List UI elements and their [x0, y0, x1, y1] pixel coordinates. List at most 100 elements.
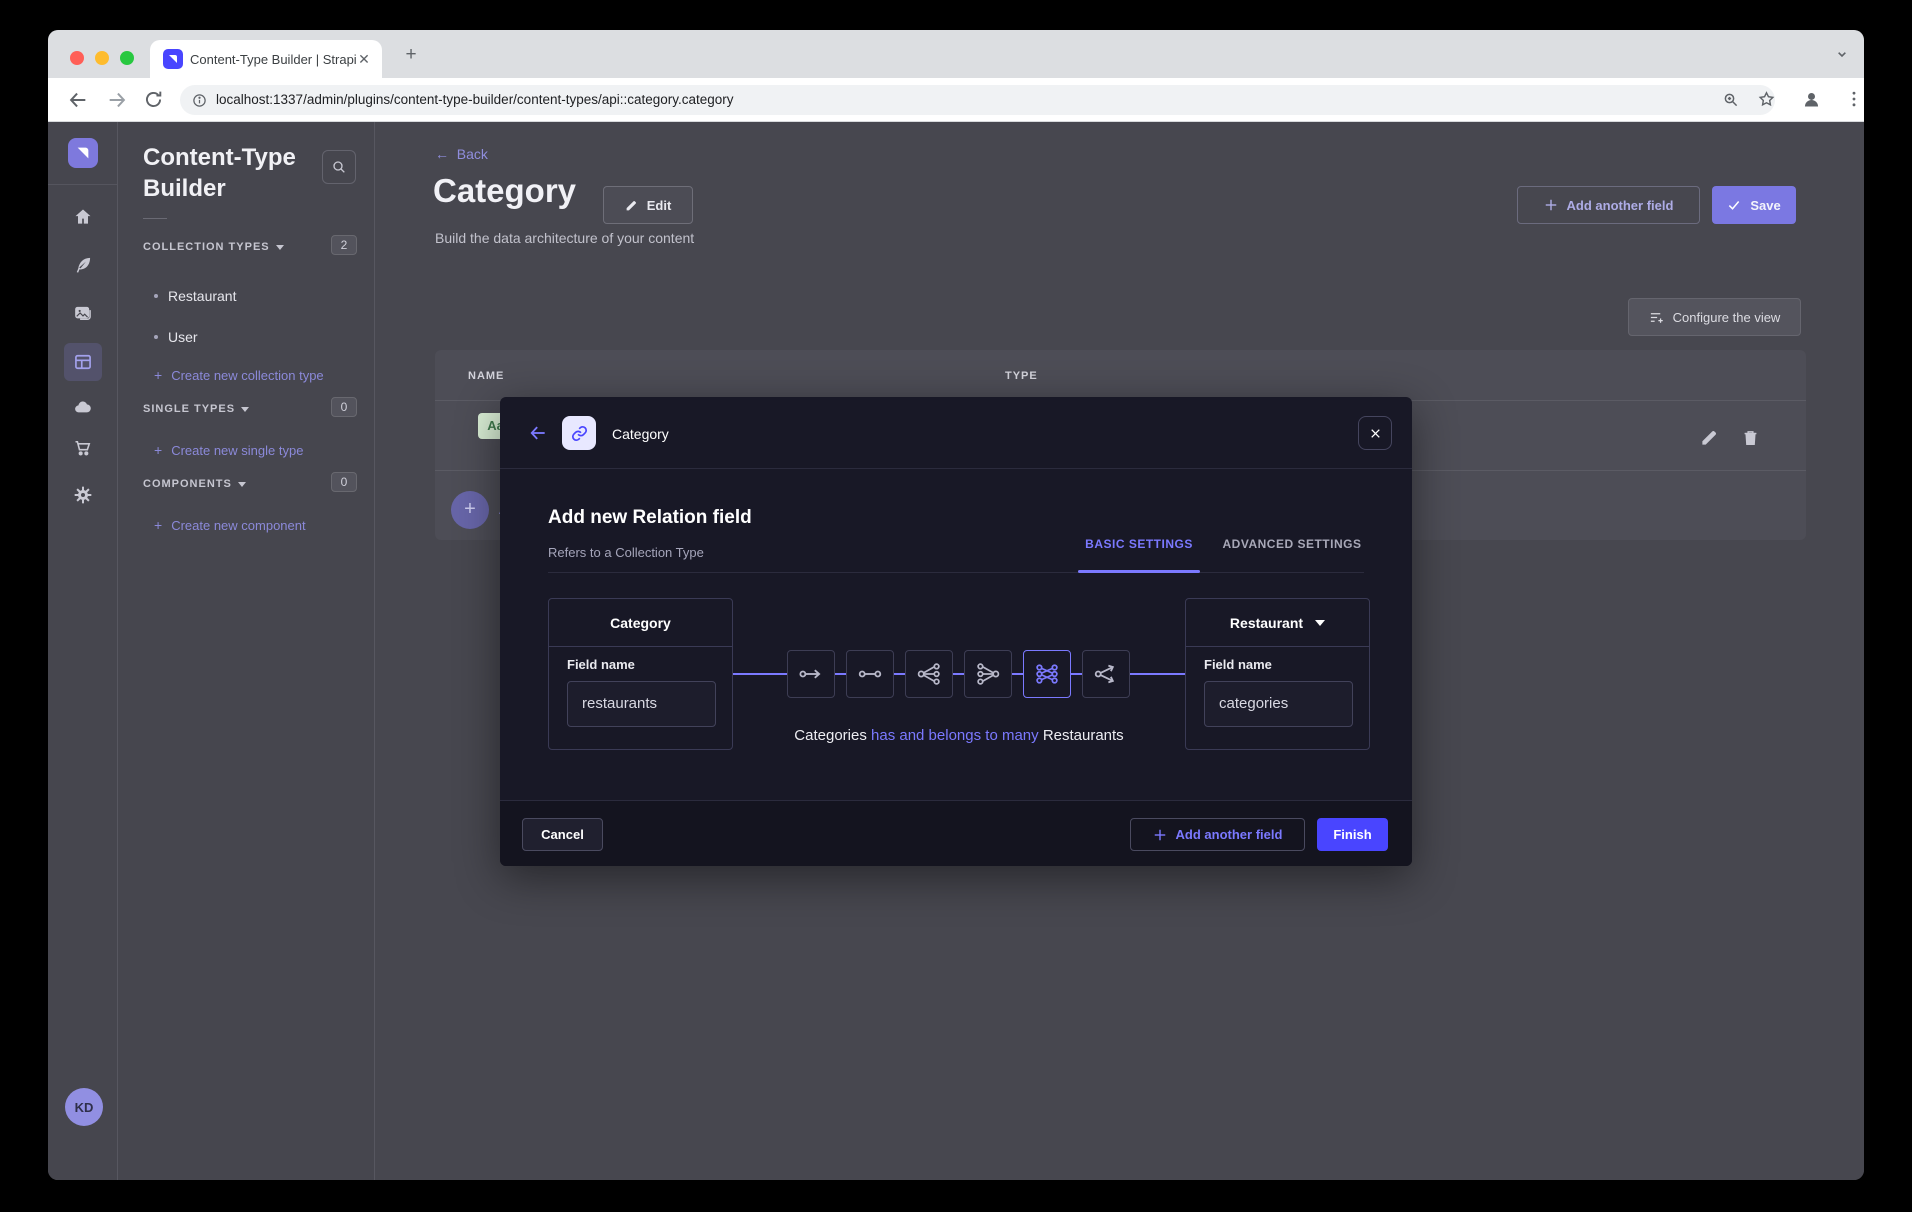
sidebar-title: Content-Type Builder: [143, 142, 333, 204]
check-icon: [1727, 198, 1741, 212]
browser-tab[interactable]: Content-Type Builder | Strapi ✕: [150, 40, 382, 78]
target-collection-select[interactable]: Restaurant: [1186, 599, 1369, 647]
modal-breadcrumb: Category: [612, 426, 669, 442]
add-field-row-plus-icon[interactable]: +: [451, 491, 489, 529]
profile-avatar-icon[interactable]: [1801, 89, 1823, 111]
column-header-type: TYPE: [1005, 370, 1038, 382]
configure-icon: [1649, 310, 1664, 325]
field-name-label: Field name: [1204, 657, 1272, 672]
relation-one-to-one[interactable]: [846, 650, 894, 698]
close-window-button[interactable]: [70, 51, 84, 65]
back-link[interactable]: ← Back: [435, 146, 488, 162]
edit-field-icon[interactable]: [1700, 428, 1719, 447]
target-field-name-input[interactable]: categories: [1204, 681, 1353, 727]
cancel-button[interactable]: Cancel: [522, 818, 603, 851]
delete-field-icon[interactable]: [1741, 428, 1760, 447]
url-text[interactable]: localhost:1337/admin/plugins/content-typ…: [216, 92, 734, 107]
cloud-icon[interactable]: [73, 397, 93, 417]
relation-link-icon: [562, 416, 596, 450]
search-button[interactable]: [322, 150, 356, 184]
main-nav-sidebar: KD: [48, 122, 118, 1180]
screenshot: Content-Type Builder | Strapi ✕ + localh…: [0, 0, 1912, 1212]
plus-icon: +: [154, 367, 162, 383]
tab-search-chevron-icon[interactable]: [1834, 46, 1850, 62]
modal-footer: Cancel Add another field Finish: [500, 800, 1412, 866]
tab-advanced-settings[interactable]: ADVANCED SETTINGS: [1212, 537, 1372, 551]
edit-button[interactable]: Edit: [603, 186, 693, 224]
add-another-field-button[interactable]: Add another field: [1517, 186, 1700, 224]
source-field-name-input[interactable]: restaurants: [567, 681, 716, 727]
plus-icon: [1544, 198, 1558, 212]
strapi-logo-icon[interactable]: [68, 138, 98, 168]
settings-gear-icon[interactable]: [73, 485, 93, 505]
section-components[interactable]: COMPONENTS: [143, 478, 246, 490]
source-card: Category Field name restaurants: [548, 598, 733, 750]
bullet-icon: [154, 294, 158, 298]
plus-icon: +: [154, 517, 162, 533]
tabs-divider: [548, 572, 1364, 573]
content-type-builder-sidebar: Content-Type Builder COLLECTION TYPES 2 …: [118, 122, 375, 1180]
add-relation-field-modal: Category Add new Relation field Refers t…: [500, 397, 1412, 866]
bookmark-star-icon[interactable]: [1757, 90, 1779, 112]
tab-basic-settings[interactable]: BASIC SETTINGS: [1078, 537, 1200, 551]
source-card-title: Category: [549, 599, 732, 647]
browser-forward-icon[interactable]: [106, 89, 128, 111]
modal-header: Category: [500, 397, 1412, 469]
field-name-label: Field name: [567, 657, 635, 672]
media-library-icon[interactable]: [73, 303, 93, 323]
page-title: Category: [433, 172, 576, 210]
save-button[interactable]: Save: [1712, 186, 1796, 224]
modal-title: Add new Relation field: [548, 507, 752, 529]
browser-reload-icon[interactable]: [143, 89, 165, 111]
new-tab-button[interactable]: +: [400, 44, 422, 66]
chevron-down-icon: [276, 245, 284, 250]
sidebar-divider: [143, 218, 167, 219]
single-types-count-badge: 0: [331, 397, 357, 417]
column-header-name: NAME: [468, 370, 504, 382]
active-tab-underline: [1078, 570, 1200, 573]
user-avatar[interactable]: KD: [65, 1088, 103, 1126]
plus-icon: [1153, 828, 1167, 842]
modal-subtitle: Refers to a Collection Type: [548, 545, 704, 560]
finish-button[interactable]: Finish: [1317, 818, 1388, 851]
pencil-icon: [625, 199, 638, 212]
relation-sentence: Categories has and belongs to many Resta…: [733, 727, 1185, 744]
browser-menu-icon[interactable]: [1844, 89, 1864, 111]
content-manager-feather-icon[interactable]: [73, 255, 93, 275]
browser-back-icon[interactable]: [67, 89, 89, 111]
tab-close-icon[interactable]: ✕: [356, 51, 372, 67]
maximize-window-button[interactable]: [120, 51, 134, 65]
create-single-type-link[interactable]: +Create new single type: [154, 442, 303, 458]
collection-types-count-badge: 2: [331, 235, 357, 255]
relation-many-to-many[interactable]: [1023, 650, 1071, 698]
home-icon[interactable]: [73, 207, 93, 227]
sidebar-item-restaurant[interactable]: Restaurant: [168, 288, 236, 304]
configure-view-button[interactable]: Configure the view: [1628, 298, 1801, 336]
relation-many-way[interactable]: [1082, 650, 1130, 698]
create-component-link[interactable]: +Create new component: [154, 517, 306, 533]
chevron-down-icon: [238, 482, 246, 487]
plus-icon: +: [154, 442, 162, 458]
content-type-builder-nav-item[interactable]: [64, 343, 102, 381]
browser-url-bar: localhost:1337/admin/plugins/content-typ…: [48, 78, 1864, 122]
sidebar-item-user[interactable]: User: [168, 329, 198, 345]
section-collection-types[interactable]: COLLECTION TYPES: [143, 241, 284, 253]
browser-window: Content-Type Builder | Strapi ✕ + localh…: [48, 30, 1864, 1180]
relation-one-to-many[interactable]: [905, 650, 953, 698]
relation-one-way[interactable]: [787, 650, 835, 698]
components-count-badge: 0: [331, 472, 357, 492]
marketplace-cart-icon[interactable]: [73, 438, 93, 458]
site-info-icon[interactable]: [192, 93, 214, 115]
modal-close-button[interactable]: [1358, 416, 1392, 450]
nav-divider: [48, 184, 117, 185]
section-single-types[interactable]: SINGLE TYPES: [143, 403, 249, 415]
strapi-admin-app: KD Content-Type Builder COLLECTION TYPES…: [48, 122, 1864, 1180]
minimize-window-button[interactable]: [95, 51, 109, 65]
relation-many-to-one[interactable]: [964, 650, 1012, 698]
modal-add-another-field-button[interactable]: Add another field: [1130, 818, 1305, 851]
create-collection-type-link[interactable]: +Create new collection type: [154, 367, 324, 383]
chevron-down-icon: [1315, 620, 1325, 626]
modal-back-icon[interactable]: [528, 423, 548, 443]
zoom-page-icon[interactable]: [1722, 91, 1744, 113]
browser-tab-bar: Content-Type Builder | Strapi ✕ +: [48, 30, 1864, 78]
